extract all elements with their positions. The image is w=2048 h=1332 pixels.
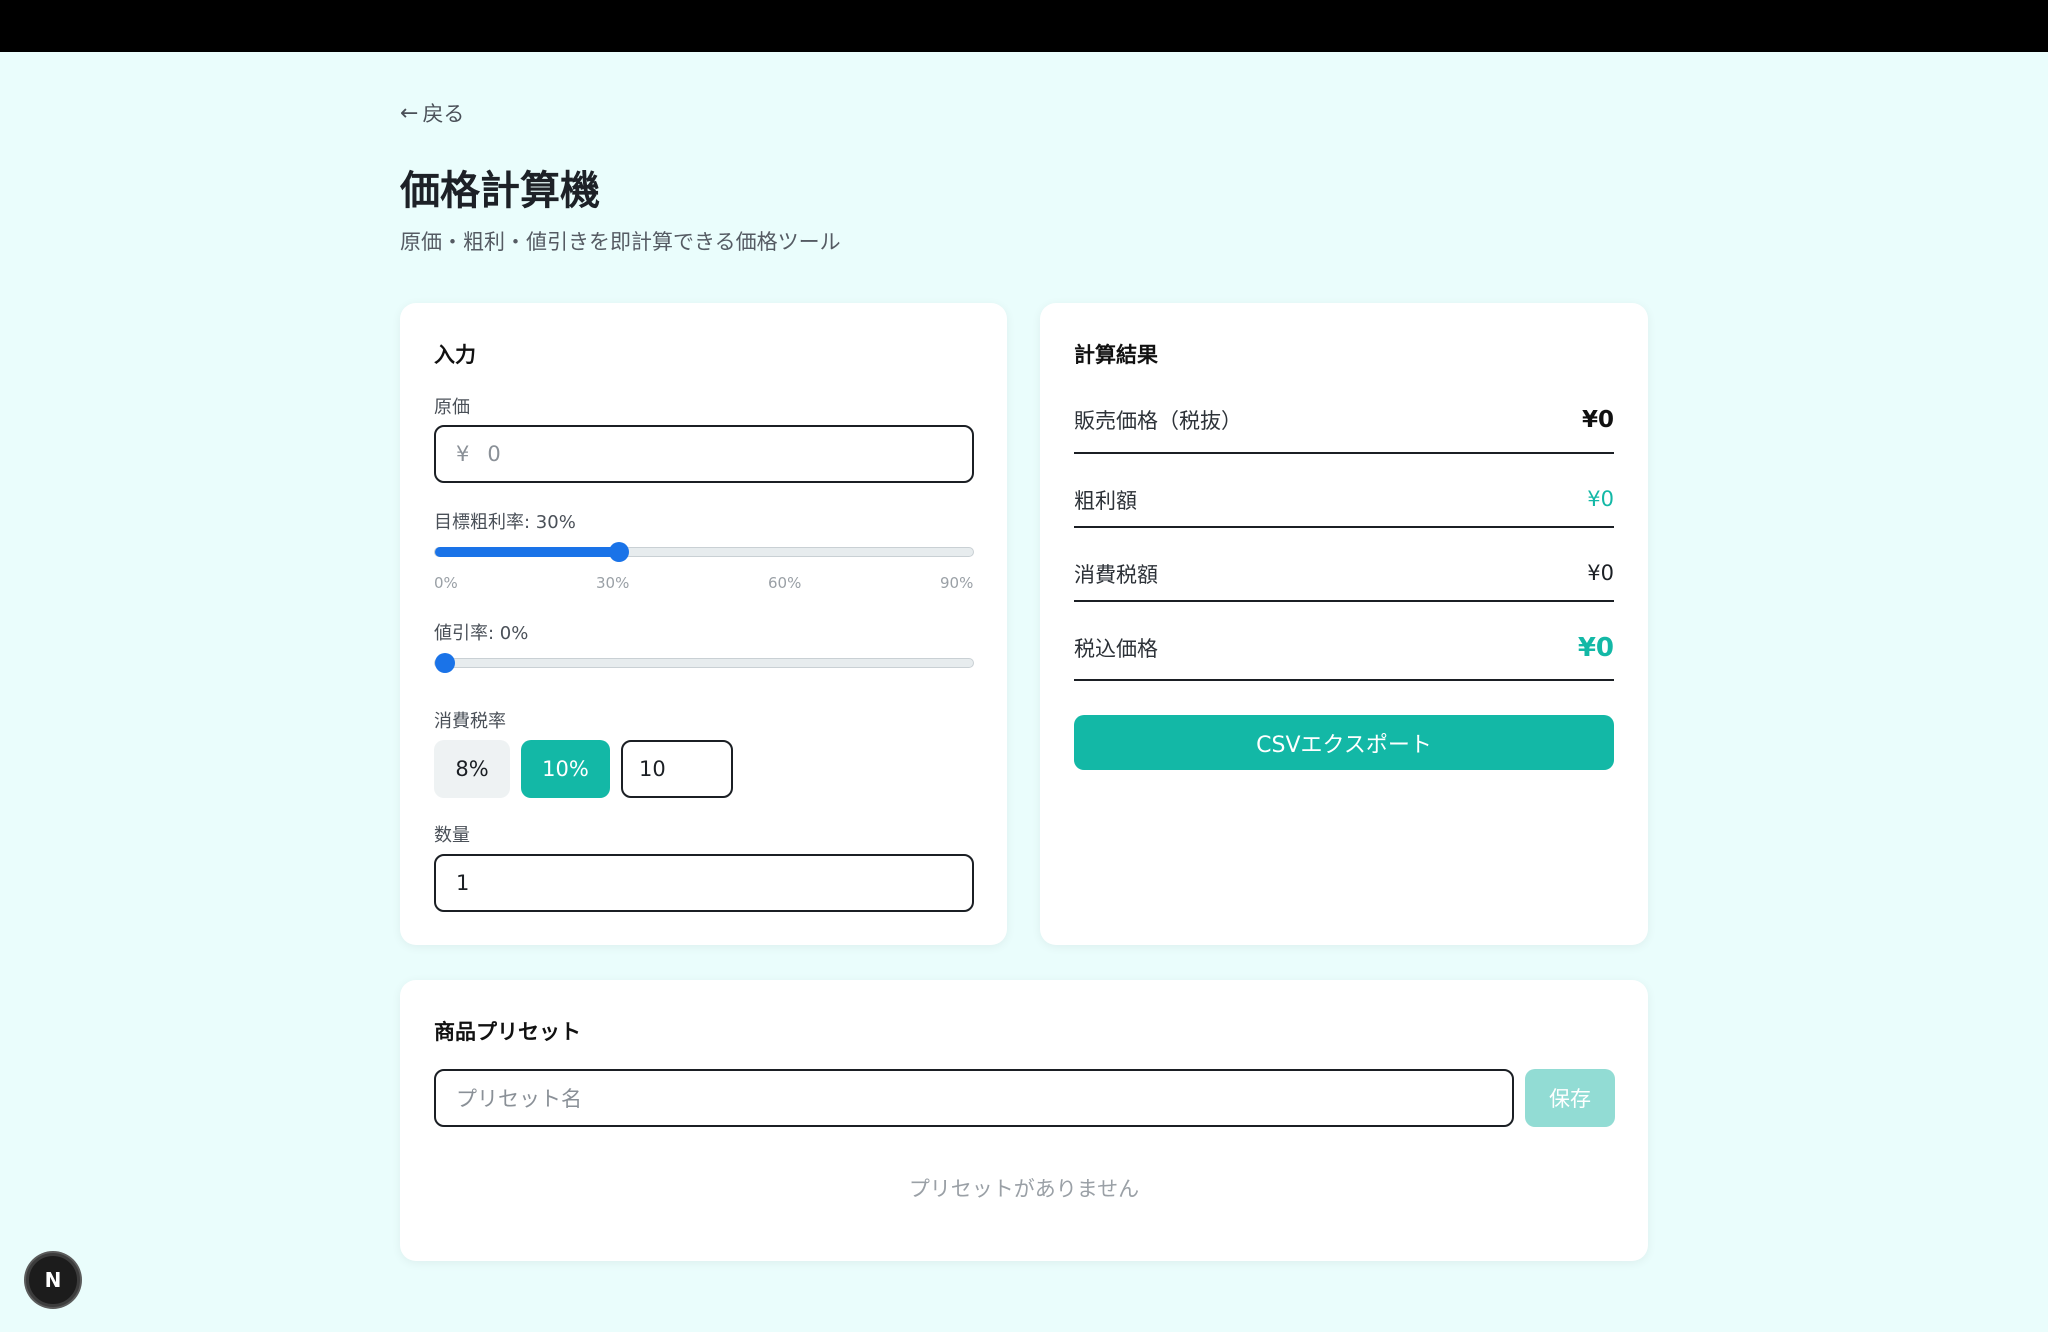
input-card-title: 入力 — [434, 343, 476, 367]
preset-name-input[interactable]: プリセット名 — [434, 1069, 1514, 1127]
margin-slider[interactable] — [434, 542, 974, 562]
preset-name-placeholder: プリセット名 — [456, 1087, 582, 1111]
result-label: 粗利額 — [1074, 489, 1137, 513]
result-value: ¥0 — [1577, 633, 1614, 663]
page-title: 価格計算機 — [400, 168, 600, 214]
result-value: ¥0 — [1587, 561, 1614, 585]
result-label: 税込価格 — [1074, 637, 1158, 661]
yen-prefix: ¥ — [456, 442, 470, 466]
save-preset-button[interactable]: 保存 — [1525, 1069, 1615, 1127]
tax-custom-input[interactable]: 10 — [621, 740, 733, 798]
csv-export-button[interactable]: CSVエクスポート — [1074, 715, 1614, 770]
preset-card-title: 商品プリセット — [434, 1020, 581, 1044]
discount-slider-thumb[interactable] — [435, 653, 455, 673]
margin-label: 目標粗利率: 30% — [434, 512, 576, 533]
result-card-title: 計算結果 — [1074, 343, 1158, 367]
result-value: ¥0 — [1587, 487, 1614, 511]
margin-tick: 0% — [434, 574, 458, 592]
quantity-label: 数量 — [434, 825, 470, 846]
result-label: 販売価格（税抜） — [1074, 409, 1242, 433]
tax-10-button[interactable]: 10% — [521, 740, 610, 798]
tax-label: 消費税率 — [434, 711, 506, 732]
result-row-price-excl-tax: 販売価格（税抜） ¥0 — [1074, 400, 1614, 454]
discount-label: 値引率: 0% — [434, 623, 529, 644]
margin-slider-fill — [435, 547, 619, 557]
margin-slider-thumb[interactable] — [609, 542, 629, 562]
margin-tick: 60% — [768, 574, 802, 592]
arrow-left-icon: ← — [400, 100, 419, 126]
tax-8-button[interactable]: 8% — [434, 740, 510, 798]
discount-slider[interactable] — [434, 653, 974, 673]
cost-input[interactable]: ¥ 0 — [434, 425, 974, 483]
nextjs-badge-icon[interactable]: N — [26, 1253, 80, 1307]
quantity-input[interactable]: 1 — [434, 854, 974, 912]
cost-placeholder: 0 — [487, 442, 501, 466]
page-subtitle: 原価・粗利・値引きを即計算できる価格ツール — [400, 230, 841, 254]
top-bar — [0, 0, 2048, 52]
margin-tick: 30% — [596, 574, 630, 592]
back-label: 戻る — [422, 102, 465, 126]
quantity-value: 1 — [456, 871, 470, 895]
result-label: 消費税額 — [1074, 563, 1158, 587]
back-link[interactable]: ← 戻る — [400, 98, 464, 128]
result-row-price-incl-tax: 税込価格 ¥0 — [1074, 628, 1614, 681]
result-row-gross-profit: 粗利額 ¥0 — [1074, 480, 1614, 528]
result-row-tax-amount: 消費税額 ¥0 — [1074, 554, 1614, 602]
cost-label: 原価 — [434, 397, 470, 418]
result-value: ¥0 — [1581, 407, 1614, 433]
empty-presets-message: プリセットがありません — [908, 1177, 1140, 1201]
margin-tick: 90% — [940, 574, 974, 592]
